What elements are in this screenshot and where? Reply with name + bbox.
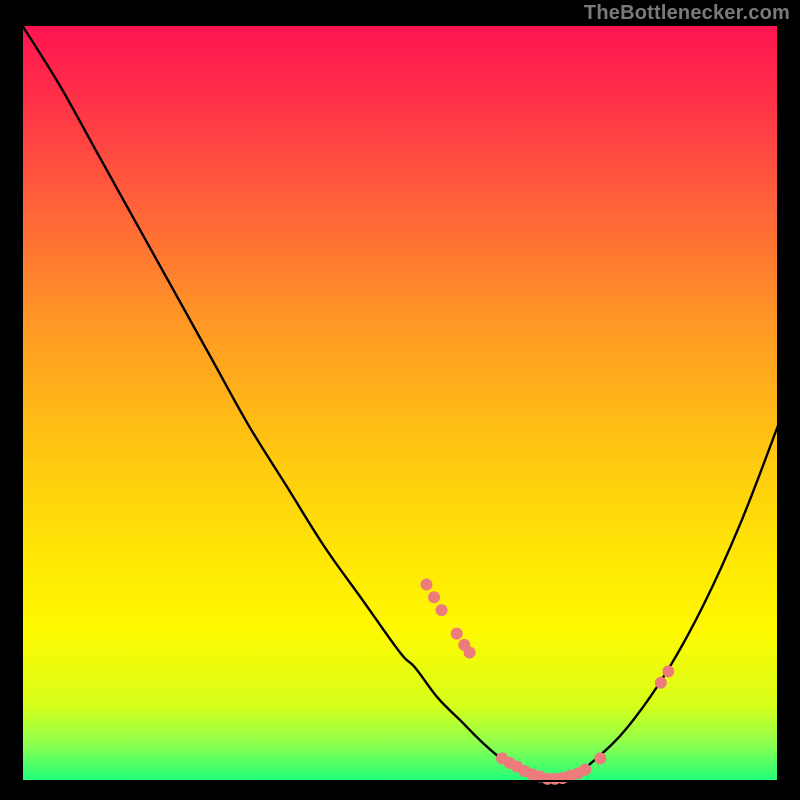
highlight-dot	[451, 628, 463, 640]
bottleneck-chart	[0, 0, 800, 800]
highlight-dot	[594, 752, 606, 764]
highlight-dot	[464, 646, 476, 658]
highlight-dot	[662, 665, 674, 677]
highlight-dot	[428, 591, 440, 603]
highlight-dot	[655, 677, 667, 689]
highlight-dot	[420, 578, 432, 590]
highlight-dot	[436, 604, 448, 616]
highlight-dot	[579, 764, 591, 776]
